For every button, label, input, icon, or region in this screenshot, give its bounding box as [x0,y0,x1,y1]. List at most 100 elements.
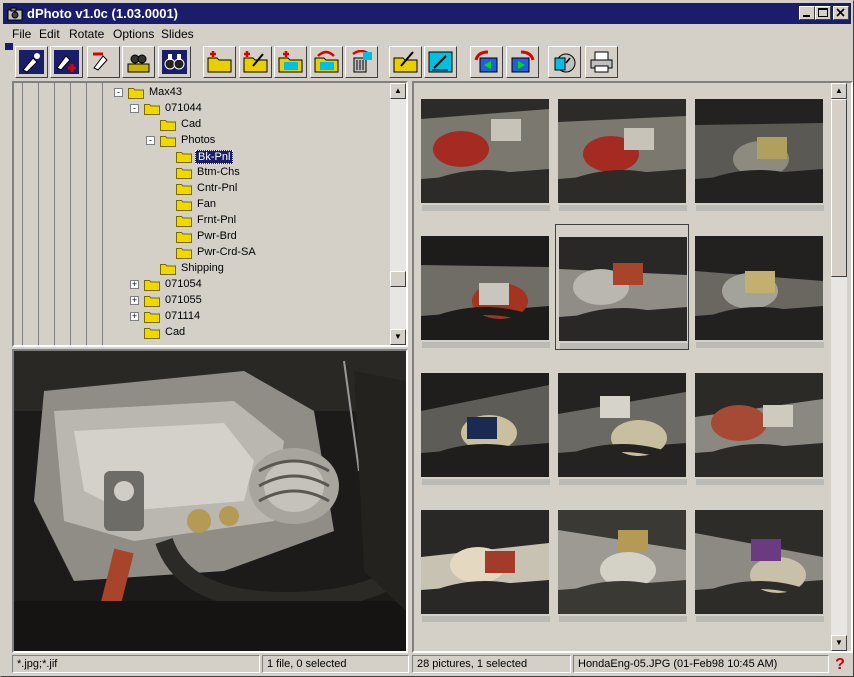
thumbnail[interactable] [692,498,826,624]
tree-expander[interactable]: + [130,280,139,289]
menu-slides[interactable]: Slides [161,27,194,41]
tree-item-label: Shipping [181,262,224,274]
tree-expander[interactable]: + [130,296,139,305]
thumbnail[interactable] [692,224,826,350]
thumbnail-image [421,99,549,203]
minimize-button[interactable] [799,6,815,20]
pick-icon [19,50,44,74]
app-window: dPhoto v1.0c (1.03.0001) File Edit Rotat… [0,0,854,677]
thumbnail[interactable] [418,498,552,624]
thumbnail-caption-bar [696,342,824,348]
title-bar[interactable]: dPhoto v1.0c (1.03.0001) [3,3,851,24]
find-button[interactable] [122,46,155,78]
move-folder-button[interactable] [310,46,343,78]
tree-scroll-up[interactable]: ▲ [390,83,406,99]
status-file-info: HondaEng-05.JPG (01-Feb98 10:45 AM) [573,655,829,673]
thumbnail-image [421,236,549,340]
timer-button[interactable] [548,46,581,78]
edit-picture-button[interactable] [389,46,422,78]
tree-expander[interactable]: + [130,312,139,321]
thumbnail[interactable] [418,224,552,350]
thumbnail-caption-bar [422,342,550,348]
tree-item-label: Bk-Pnl [195,150,234,164]
view-button[interactable] [158,46,191,78]
close-button[interactable] [833,6,849,20]
add-folder-button[interactable] [274,46,307,78]
thumbnail[interactable] [555,361,689,487]
thumbnail-image [695,373,823,477]
tree-item-label: 071114 [165,310,201,322]
tree-scrollbar[interactable]: ▲ ▼ [390,83,406,345]
new-folder-button[interactable] [203,46,236,78]
help-icon[interactable]: ? [831,656,849,674]
trash-icon [352,50,372,73]
thumbnail-image [558,99,686,203]
menu-file[interactable]: File [12,27,31,41]
slideshow-forward-button[interactable] [506,46,539,78]
tree-expander[interactable]: - [114,88,123,97]
edit-folder-button[interactable] [239,46,272,78]
thumbnail-caption-bar [559,205,687,211]
thumbnail-image [559,237,687,341]
thumbnail[interactable] [555,87,689,213]
tree-item-label: Photos [181,134,216,146]
thumbnail-image [695,510,823,614]
pick-add-icon [54,50,79,74]
tree-expander[interactable]: - [130,104,139,113]
new-folder-icon [207,51,232,73]
folder-icon [160,120,176,131]
tree-item-label: Pwr-Brd [197,230,237,242]
thumbnail[interactable] [692,87,826,213]
thumbnail-area [414,83,831,651]
pick-add-button[interactable] [50,46,83,78]
unpick-button[interactable] [87,46,120,78]
tree-guide-line [102,83,103,345]
menu-options[interactable]: Options [113,27,154,41]
thumbnail[interactable] [418,87,552,213]
thumbnail-scroll-thumb[interactable] [831,99,847,277]
thumbnail[interactable] [692,361,826,487]
slideshow-forward-icon [511,50,535,73]
tree-scroll-thumb[interactable] [390,271,406,287]
tree-expander[interactable]: - [146,136,155,145]
status-pictures: 28 pictures, 1 selected [412,655,571,673]
thumbnail-caption-bar [422,616,550,622]
tree-guide-line [54,83,55,345]
edit-folder-icon [243,51,268,73]
menu-rotate[interactable]: Rotate [69,27,104,41]
tree-item-label: Cad [165,326,186,338]
thumbnail-caption-bar [696,479,824,485]
folder-icon [144,312,160,323]
trash-button[interactable] [345,46,378,78]
preview-image [12,349,408,653]
menu-edit[interactable]: Edit [39,27,60,41]
close-icon [836,8,845,17]
thumbnail-scrollbar[interactable]: ▲ ▼ [831,83,847,651]
tree-guide-line [86,83,87,345]
draw-picture-button[interactable] [424,46,457,78]
thumbnail[interactable] [555,498,689,624]
tree-item-label: 071044 [165,102,202,114]
timer-icon [554,53,576,73]
thumbnail[interactable] [555,224,689,350]
thumbnail-image [695,99,823,203]
tree-item-label: 071055 [165,294,202,306]
folder-icon [144,328,160,339]
folder-tree[interactable]: - Max43 - 071044 Cad - Photos Bk-Pnl Btm-Chs Cntr… [12,81,408,347]
thumbnail-scroll-up[interactable]: ▲ [831,83,847,99]
thumbnail[interactable] [418,361,552,487]
window-title: dPhoto v1.0c (1.03.0001) [27,6,179,21]
thumbnail-image [421,373,549,477]
pick-button[interactable] [15,46,48,78]
thumbnail-scroll-down[interactable]: ▼ [831,635,847,651]
tree-scroll-down[interactable]: ▼ [390,329,406,345]
maximize-button[interactable] [815,6,831,20]
folder-icon [144,104,160,115]
draw-picture-icon [428,51,453,73]
slideshow-back-button[interactable] [470,46,503,78]
thumbnail-caption-bar [696,616,824,622]
thumbnail-grid[interactable]: ▲ ▼ [412,81,853,653]
status-files: 1 file, 0 selected [262,655,409,673]
folder-icon [176,152,192,163]
print-button[interactable] [585,46,618,78]
